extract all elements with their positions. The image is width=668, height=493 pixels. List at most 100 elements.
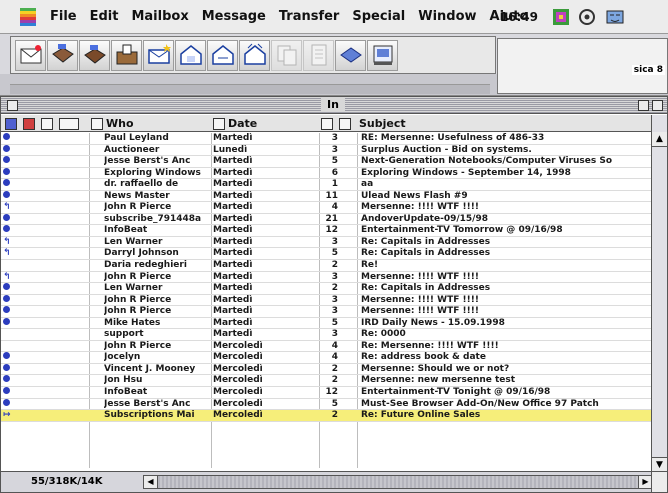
close-box[interactable]	[7, 100, 18, 111]
attachment-column-header[interactable]	[41, 116, 53, 131]
table-row[interactable]: Auctioneer Lunedì 3 Surplus Auction - Bid o…	[1, 144, 651, 157]
server-column-header[interactable]	[339, 116, 351, 131]
unread-dot-icon	[3, 352, 10, 360]
menu-special[interactable]: Special	[352, 9, 405, 24]
date-cell: Mercoledì	[213, 352, 263, 363]
print-button[interactable]	[367, 39, 398, 71]
reply-button[interactable]	[143, 39, 174, 71]
who-column-label: Who	[106, 117, 134, 130]
table-row[interactable]: ↰ John R Pierce Martedì 3 Mersenne: !!!! WTF…	[1, 272, 651, 284]
menu-window[interactable]: Window	[418, 9, 476, 24]
table-row[interactable]: ↰ Darryl Johnson Martedì 5 Re: Capitals in A…	[1, 248, 651, 261]
scroll-left-icon[interactable]: ◀	[144, 476, 158, 488]
vertical-scrollbar[interactable]: ▲ ▼	[651, 115, 667, 472]
table-row[interactable]: Mike Hates Martedì 5 IRD Daily News - 15.09…	[1, 317, 651, 330]
check-mail-button[interactable]	[111, 39, 142, 71]
network-icon[interactable]	[578, 8, 596, 26]
new-message-icon	[20, 45, 41, 64]
forward-button[interactable]	[207, 39, 238, 71]
date-cell: Mercoledì	[213, 387, 263, 398]
subject-cell: Re: Capitals in Addresses	[361, 248, 491, 259]
menu-edit[interactable]: Edit	[90, 9, 119, 24]
scroll-up-icon[interactable]: ▲	[652, 132, 667, 147]
table-row[interactable]: subscribe_791448a Martedì 21 AndoverUpdate-…	[1, 213, 651, 226]
table-row[interactable]: John R Pierce Martedì 3 Mersenne: !!!! WTF …	[1, 294, 651, 307]
date-cell: Martedì	[213, 202, 253, 213]
app-switcher-icon[interactable]	[552, 8, 570, 26]
new-message-button[interactable]	[15, 39, 46, 71]
table-row[interactable]: Jon Hsu Mercoledì 2 Mersenne: new mersenne …	[1, 375, 651, 388]
table-row[interactable]: ↰ John R Pierce Martedì 4 Mersenne: !!!! WTF…	[1, 202, 651, 214]
table-row[interactable]: Paul Leyland Martedì 3 RE: Mersenne: Useful…	[1, 133, 651, 145]
subject-cell: Entertainment-TV Tonight @ 09/16/98	[361, 387, 551, 398]
replied-icon: ↰	[3, 202, 11, 213]
unread-dot-icon	[3, 133, 10, 140]
menubar-clock[interactable]: 16:49	[500, 10, 538, 24]
paste-button[interactable]	[303, 39, 334, 71]
reply-all-button[interactable]	[175, 39, 206, 71]
table-row[interactable]: Jesse Berst's Anc Mercoledì 5 Must-See Brow…	[1, 398, 651, 411]
subject-cell: Re!	[361, 260, 379, 271]
table-row[interactable]: Daria redeghieri Martedì 2 Re!	[1, 260, 651, 272]
sender-cell: support	[104, 329, 144, 340]
subject-cell: Surplus Auction - Bid on systems.	[361, 144, 532, 155]
copy-button[interactable]	[271, 39, 302, 71]
background-window-right[interactable]: sica 8	[497, 38, 668, 94]
sender-cell: Auctioneer	[104, 144, 160, 155]
finder-icon[interactable]	[606, 8, 624, 26]
table-row[interactable]: ↰ Len Warner Martedì 3 Re: Capitals in Addre…	[1, 237, 651, 249]
unread-dot-icon	[3, 213, 10, 221]
window-title-bar[interactable]: In	[1, 97, 667, 114]
table-row[interactable]: News Master Martedì 11 Ulead News Flash #9	[1, 190, 651, 203]
subject-column-header[interactable]: Subject	[359, 116, 406, 131]
horizontal-scrollbar[interactable]: ◀ ▶	[143, 475, 653, 489]
status-column-header[interactable]	[5, 116, 17, 131]
sender-cell: subscribe_791448a	[104, 213, 202, 224]
scroll-right-icon[interactable]: ▶	[638, 476, 652, 488]
date-cell: Martedì	[213, 283, 253, 294]
redirect-button[interactable]	[239, 39, 270, 71]
sort-icon	[213, 117, 225, 130]
table-row[interactable]: ↦ Subscriptions Mai Mercoledì 2 Re: Future O…	[1, 410, 651, 422]
outbox-button[interactable]	[79, 39, 110, 71]
size-column-header[interactable]	[321, 116, 333, 131]
table-row[interactable]: support Martedì 3 Re: 0000	[1, 329, 651, 341]
who-column-header[interactable]: Who	[91, 116, 134, 131]
table-row[interactable]: Vincent J. Mooney Mercoledì 2 Mersenne: Sho…	[1, 363, 651, 376]
table-row[interactable]: dr. raffaello de Martedì 1 aa	[1, 179, 651, 191]
inbox-button[interactable]	[47, 39, 78, 71]
sender-cell: Len Warner	[104, 236, 163, 247]
trash-icon	[339, 47, 362, 63]
table-row[interactable]: Jocelyn Mercoledì 4 Re: address book & date	[1, 352, 651, 364]
date-column-header[interactable]: Date	[213, 116, 257, 131]
priority-column-header[interactable]	[23, 116, 35, 131]
collapse-box[interactable]	[652, 100, 663, 111]
apple-menu-icon[interactable]	[20, 7, 36, 26]
trash-button[interactable]	[335, 39, 366, 71]
scroll-down-icon[interactable]: ▼	[652, 457, 667, 472]
menu-message[interactable]: Message	[202, 9, 266, 24]
menu-file[interactable]: File	[50, 9, 77, 24]
forward-icon	[211, 45, 234, 65]
sender-cell: Vincent J. Mooney	[104, 363, 196, 374]
table-row[interactable]: John R Pierce Martedì 3 Mersenne: !!!! WTF …	[1, 306, 651, 318]
window-title: In	[321, 98, 345, 111]
table-row[interactable]: Len Warner Martedì 2 Re: Capitals in Addres…	[1, 283, 651, 295]
server-status-icon	[339, 117, 351, 130]
label-column-header[interactable]	[59, 116, 79, 131]
size-cell: 21	[325, 213, 338, 224]
date-cell: Martedì	[213, 317, 253, 328]
table-row[interactable]: InfoBeat Mercoledì 12 Entertainment-TV Toni…	[1, 387, 651, 399]
table-row[interactable]: Jesse Berst's Anc Martedì 5 Next-Generation…	[1, 156, 651, 168]
paste-icon	[311, 44, 326, 66]
date-cell: Martedì	[213, 306, 253, 317]
zoom-box[interactable]	[638, 100, 649, 111]
table-row[interactable]: John R Pierce Mercoledì 4 Re: Mersenne: !!!…	[1, 341, 651, 353]
grow-box[interactable]	[651, 472, 667, 492]
table-row[interactable]: InfoBeat Martedì 12 Entertainment-TV Tomorr…	[1, 225, 651, 237]
table-row[interactable]: Exploring Windows Martedì 6 Exploring Windo…	[1, 167, 651, 180]
menu-mailbox[interactable]: Mailbox	[131, 9, 188, 24]
unread-dot-icon	[3, 156, 10, 164]
message-list: Paul Leyland Martedì 3 RE: Mersenne: Useful…	[1, 133, 651, 422]
menu-transfer[interactable]: Transfer	[279, 9, 340, 24]
